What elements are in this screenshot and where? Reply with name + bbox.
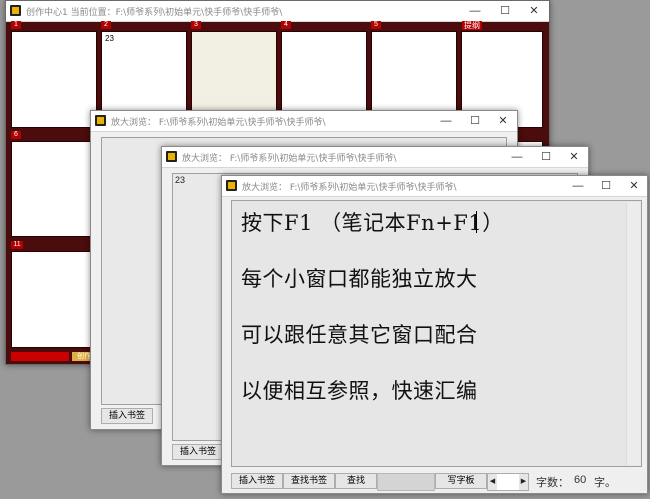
zoom3-title: 放大浏览： F:\师爷系列\初始单元\快手师爷\快手师爷\ bbox=[242, 183, 457, 193]
char-count-value: 60 bbox=[574, 474, 587, 486]
find-bookmark-button[interactable]: 查找书签 bbox=[283, 473, 335, 489]
zoom3-title-bar[interactable]: 放大浏览： F:\师爷系列\初始单元\快手师爷\快手师爷\ — ☐ ✕ bbox=[222, 176, 647, 197]
minimize-button[interactable]: — bbox=[431, 111, 461, 131]
zoom1-title-bar[interactable]: 放大浏览： F:\师爷系列\初始单元\快手师爷\快手师爷\ — ☐ ✕ bbox=[91, 111, 517, 132]
panel-number: 3 bbox=[191, 21, 201, 29]
zoom3-text-area[interactable]: 按下F1 （笔记本Fn+F1） 每个小窗口都能独立放大 可以跟任意其它窗口配合 … bbox=[231, 200, 642, 467]
writing-board-button[interactable]: 写字板 bbox=[435, 473, 487, 489]
zoom2-title-bar[interactable]: 放大浏览： F:\师爷系列\初始单元\快手师爷\快手师爷\ — ☐ ✕ bbox=[162, 147, 588, 168]
panel-number: 11 bbox=[11, 241, 23, 249]
maximize-button[interactable]: ☐ bbox=[460, 111, 490, 131]
status-field bbox=[377, 473, 435, 491]
panel-slot-1[interactable]: 1 bbox=[11, 21, 97, 128]
close-button[interactable]: ✕ bbox=[519, 1, 549, 21]
font-size-scroller[interactable]: ◀ ▶ bbox=[487, 473, 529, 491]
panel-slot-6[interactable]: 6 bbox=[11, 131, 97, 237]
bottom-red-button[interactable] bbox=[11, 352, 69, 361]
scroll-right-icon[interactable]: ▶ bbox=[519, 474, 528, 490]
maximize-button[interactable]: ☐ bbox=[531, 147, 561, 167]
zoom1-title: 放大浏览： F:\师爷系列\初始单元\快手师爷\快手师爷\ bbox=[111, 118, 326, 128]
slot-text: 23 bbox=[105, 34, 114, 43]
zoom-window-3: 放大浏览： F:\师爷系列\初始单元\快手师爷\快手师爷\ — ☐ ✕ 按下F1… bbox=[221, 175, 648, 494]
app-icon bbox=[10, 5, 21, 16]
char-count-unit: 字。 bbox=[594, 477, 616, 489]
vertical-scrollbar[interactable] bbox=[626, 202, 640, 465]
minimize-button[interactable]: — bbox=[502, 147, 532, 167]
panel-slot-11[interactable]: 11 bbox=[11, 241, 97, 348]
main-title-bar[interactable]: 创作中心1 当前位置：F:\师爷系列\初始单元\快手师爷\快手师爷\ — ☐ ✕ bbox=[6, 1, 549, 22]
outline-tab-button[interactable]: 提纲 bbox=[462, 21, 482, 30]
text-cursor bbox=[476, 211, 477, 233]
text-line-3: 可以跟任意其它窗口配合 bbox=[241, 323, 478, 347]
panel-number: 4 bbox=[281, 21, 291, 29]
app-icon bbox=[95, 115, 106, 126]
minimize-button[interactable]: — bbox=[460, 1, 490, 21]
main-window-title: 创作中心1 当前位置：F:\师爷系列\初始单元\快手师爷\快手师爷\ bbox=[26, 8, 283, 18]
app-icon bbox=[166, 151, 177, 162]
insert-bookmark-button[interactable]: 插入书签 bbox=[101, 408, 153, 424]
panel-number: 5 bbox=[371, 21, 381, 29]
panel-number: 2 bbox=[101, 21, 111, 29]
text-line-4: 以便相互参照，快速汇编 bbox=[241, 379, 478, 403]
insert-bookmark-button[interactable]: 插入书签 bbox=[231, 473, 283, 489]
insert-bookmark-button[interactable]: 插入书签 bbox=[172, 444, 224, 460]
close-button[interactable]: ✕ bbox=[559, 147, 589, 167]
text-line-1: 按下F1 （笔记本Fn+F1） bbox=[241, 211, 504, 235]
find-button[interactable]: 查找 bbox=[335, 473, 377, 489]
close-button[interactable]: ✕ bbox=[488, 111, 518, 131]
maximize-button[interactable]: ☐ bbox=[490, 1, 520, 21]
scroll-left-icon[interactable]: ◀ bbox=[488, 474, 497, 490]
close-button[interactable]: ✕ bbox=[619, 176, 649, 196]
panel-number: 6 bbox=[11, 131, 21, 139]
app-icon bbox=[226, 180, 237, 191]
minimize-button[interactable]: — bbox=[563, 176, 593, 196]
zoom3-text-lines: 按下F1 （笔记本Fn+F1） 每个小窗口都能独立放大 可以跟任意其它窗口配合 … bbox=[241, 207, 504, 431]
zoom2-text: 23 bbox=[175, 175, 186, 185]
maximize-button[interactable]: ☐ bbox=[591, 176, 621, 196]
text-line-2: 每个小窗口都能独立放大 bbox=[241, 267, 478, 291]
char-count-label: 字数： bbox=[536, 477, 569, 489]
zoom2-title: 放大浏览： F:\师爷系列\初始单元\快手师爷\快手师爷\ bbox=[182, 154, 397, 164]
panel-number: 1 bbox=[11, 21, 21, 29]
